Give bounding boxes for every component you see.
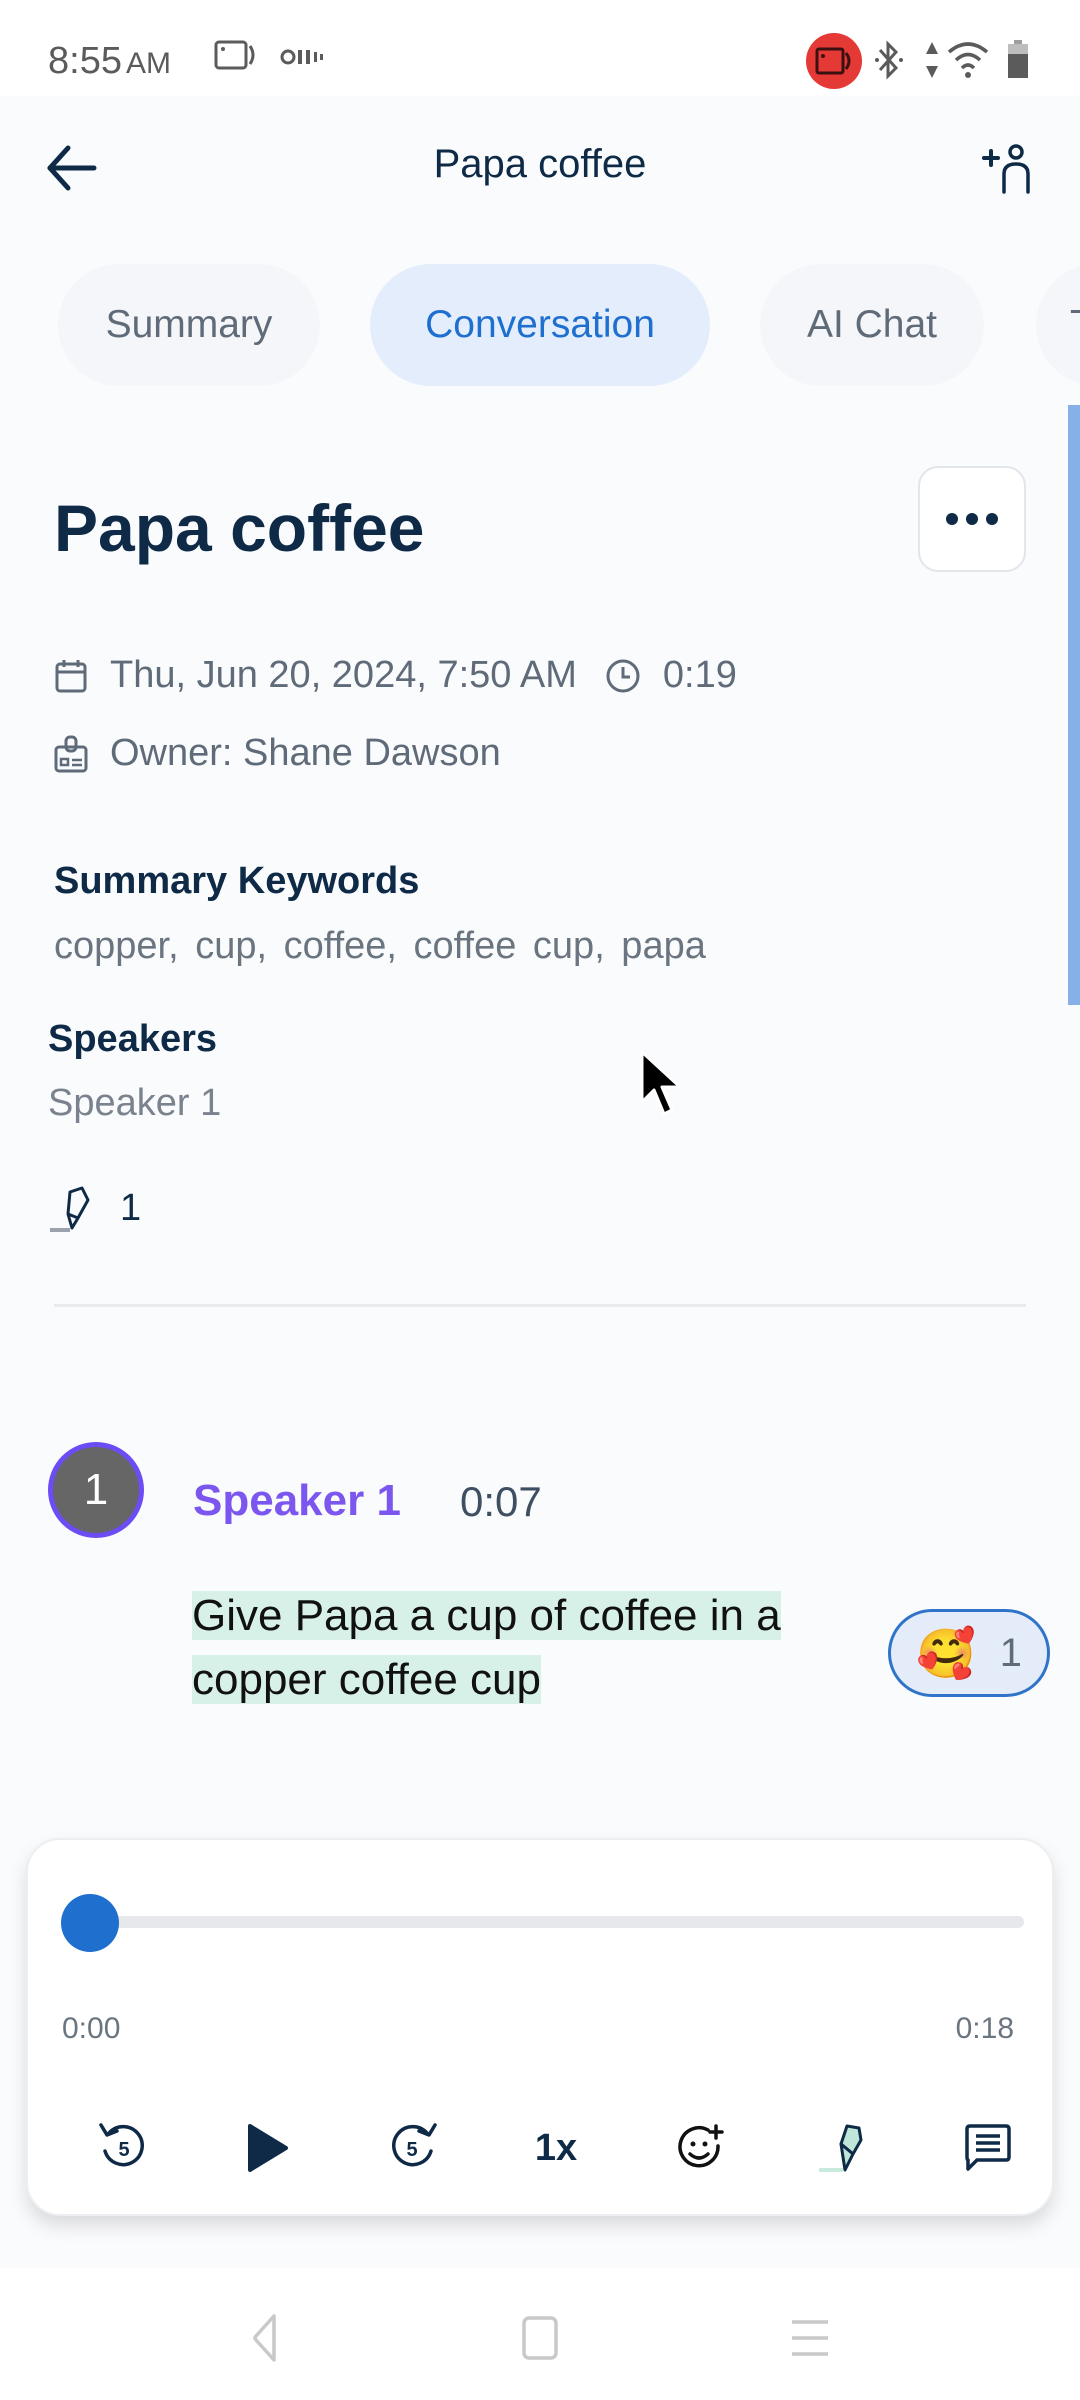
speakers-label: Speakers <box>48 1018 218 1060</box>
summary-keywords-label: Summary Keywords <box>54 860 420 902</box>
nav-recents-button[interactable] <box>780 2308 840 2368</box>
id-badge-icon <box>54 735 88 772</box>
status-time: 8:55 AM <box>48 40 171 83</box>
audio-player: 0:00 0:18 5 5 1x <box>26 1838 1054 2216</box>
scrollbar[interactable] <box>1068 405 1080 1005</box>
tab-conversation[interactable]: Conversation <box>370 264 710 386</box>
status-time-value: 8:55 <box>48 40 122 82</box>
playback-speed-button[interactable]: 1x <box>520 2112 592 2184</box>
square-home-icon <box>522 2316 558 2360</box>
current-time: 0:00 <box>62 2012 121 2045</box>
svg-text:5: 5 <box>406 2139 417 2161</box>
rewind-5-button[interactable]: 5 <box>88 2112 160 2184</box>
highlights-count[interactable]: 1 <box>48 1184 141 1232</box>
recording-title: Papa coffee <box>54 491 425 565</box>
add-participant-button[interactable] <box>980 142 1036 198</box>
ellipsis-icon-dot <box>986 513 998 525</box>
reaction-badge[interactable]: 🥰 1 <box>888 1609 1050 1697</box>
clock-icon <box>606 659 640 692</box>
owner-row: Owner: Shane Dawson <box>54 732 501 775</box>
speakers-list: Speaker 1 <box>48 1082 222 1124</box>
add-reaction-button[interactable] <box>664 2112 736 2184</box>
bluetooth-icon <box>875 40 903 80</box>
battery-icon <box>1008 40 1028 78</box>
screen-record-icon <box>214 40 255 70</box>
header-title: Papa coffee <box>433 142 647 186</box>
calendar-icon <box>55 659 87 692</box>
comment-button[interactable] <box>952 2112 1024 2184</box>
recording-owner: Owner: Shane Dawson <box>110 732 501 774</box>
data-saver-icon <box>280 49 323 65</box>
highlighter-icon <box>819 2124 863 2172</box>
tab-bar: Summary Conversation AI Chat T <box>0 262 1080 388</box>
recording-duration: 0:19 <box>662 654 737 696</box>
recording-active-icon <box>815 47 851 75</box>
speaker-avatar[interactable]: 1 <box>48 1442 144 1538</box>
play-button[interactable] <box>232 2112 304 2184</box>
reaction-count: 1 <box>999 1630 1022 1675</box>
status-bar: 8:55 AM <box>0 0 1080 96</box>
highlights-count-value: 1 <box>120 1186 142 1229</box>
status-time-ampm: AM <box>125 47 171 80</box>
recents-lines-icon <box>792 2320 828 2356</box>
tab-overflow[interactable]: T <box>1036 264 1080 386</box>
smiling-face-with-hearts-icon: 🥰 <box>915 1625 976 1682</box>
data-arrows-icon <box>926 42 938 78</box>
tab-ai-chat[interactable]: AI Chat <box>760 264 984 386</box>
triangle-back-icon <box>253 2314 276 2362</box>
tab-summary[interactable]: Summary <box>58 264 320 386</box>
playback-thumb[interactable] <box>61 1894 119 1952</box>
wifi-icon <box>947 42 989 78</box>
nav-home-button[interactable] <box>510 2308 570 2368</box>
forward-5-icon: 5 <box>392 2123 437 2167</box>
ellipsis-icon-dot <box>946 513 958 525</box>
highlighter-icon <box>50 1186 90 1232</box>
speaker-name[interactable]: Speaker 1 <box>193 1476 401 1526</box>
add-person-icon <box>982 144 1030 194</box>
more-options-button[interactable] <box>918 466 1026 572</box>
svg-text:5: 5 <box>118 2139 129 2161</box>
add-reaction-icon <box>678 2124 724 2168</box>
app-header: Papa coffee <box>0 96 1080 246</box>
system-nav-bar <box>0 2268 1080 2400</box>
ellipsis-icon-dot <box>966 513 978 525</box>
nav-back-button[interactable] <box>236 2308 296 2368</box>
date-row: Thu, Jun 20, 2024, 7:50 AM 0:19 <box>54 654 737 697</box>
summary-keywords: copper, cup, coffee, coffee cup, papa <box>54 925 706 967</box>
playback-track[interactable] <box>84 1916 1024 1928</box>
utterance-text[interactable]: Give Papa a cup of coffee in a copper co… <box>192 1584 832 1712</box>
mouse-cursor-icon <box>640 1050 682 1116</box>
section-divider <box>54 1304 1026 1307</box>
forward-5-button[interactable]: 5 <box>376 2112 448 2184</box>
utterance-timestamp[interactable]: 0:07 <box>460 1478 542 1526</box>
rewind-5-icon: 5 <box>99 2123 144 2167</box>
comment-icon <box>965 2124 1011 2171</box>
recording-date: Thu, Jun 20, 2024, 7:50 AM <box>110 654 577 696</box>
play-icon <box>248 2124 288 2172</box>
highlight-button[interactable] <box>808 2112 880 2184</box>
total-time: 0:18 <box>955 2012 1014 2045</box>
highlighted-text[interactable]: Give Papa a cup of coffee in a copper co… <box>192 1591 781 1704</box>
